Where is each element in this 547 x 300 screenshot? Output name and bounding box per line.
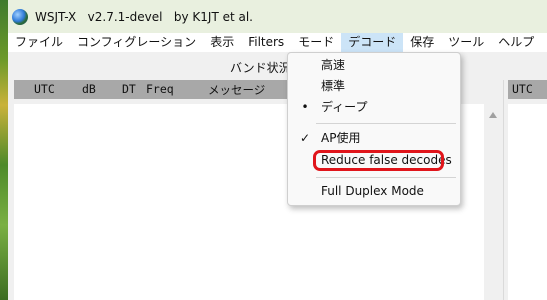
radio-dot-icon: • bbox=[301, 100, 309, 114]
menu-separator bbox=[316, 123, 456, 124]
rx-frequency-header: UTC bbox=[508, 80, 547, 99]
band-activity-scrollbar[interactable] bbox=[484, 104, 502, 300]
wsjtx-globe-icon bbox=[12, 8, 28, 25]
header-message: メッセージ bbox=[208, 83, 266, 97]
decode-menu-normal[interactable]: 標準 bbox=[288, 76, 460, 96]
menu-separator bbox=[316, 177, 456, 178]
panel-splitter[interactable] bbox=[503, 80, 504, 300]
band-activity-label: バンド状況 bbox=[230, 61, 291, 75]
header-utc: UTC bbox=[34, 82, 55, 96]
rx-header-utc: UTC bbox=[512, 82, 533, 96]
desktop-background-strip bbox=[0, 0, 8, 300]
header-dt: DT bbox=[122, 82, 136, 96]
menu-filters[interactable]: Filters bbox=[241, 33, 291, 52]
menu-help[interactable]: ヘルプ bbox=[491, 33, 541, 52]
red-highlight-annotation bbox=[313, 150, 444, 171]
decode-ap-label: AP使用 bbox=[321, 131, 361, 145]
decode-deep-label: ディープ bbox=[321, 100, 368, 114]
header-freq: Freq bbox=[146, 82, 174, 96]
menu-save[interactable]: 保存 bbox=[403, 33, 441, 52]
menu-decode[interactable]: デコード bbox=[341, 33, 404, 52]
decode-menu-fast[interactable]: 高速 bbox=[288, 55, 460, 75]
menu-view[interactable]: 表示 bbox=[203, 33, 241, 52]
menu-mode[interactable]: モード bbox=[291, 33, 341, 52]
scroll-up-arrow-icon[interactable] bbox=[489, 112, 497, 118]
decode-menu-full-duplex[interactable]: Full Duplex Mode bbox=[288, 181, 460, 201]
decode-menu-deep[interactable]: • ディープ bbox=[288, 97, 460, 117]
menu-configuration[interactable]: コンフィグレーション bbox=[70, 33, 203, 52]
header-db: dB bbox=[82, 82, 96, 96]
menu-tools[interactable]: ツール bbox=[441, 33, 491, 52]
menu-file[interactable]: ファイル bbox=[8, 33, 70, 52]
decode-menu-enable-ap[interactable]: ✓ AP使用 bbox=[288, 128, 460, 148]
title-bar: WSJT-X v2.7.1-devel by K1JT et al. bbox=[8, 0, 547, 33]
decode-menu-dropdown: 高速 標準 • ディープ ✓ AP使用 Reduce false decodes… bbox=[287, 52, 461, 206]
rx-frequency-text[interactable] bbox=[508, 104, 547, 300]
decode-duplex-label: Full Duplex Mode bbox=[321, 184, 424, 198]
checkmark-icon: ✓ bbox=[299, 131, 311, 145]
menu-bar: ファイル コンフィグレーション 表示 Filters モード デコード 保存 ツ… bbox=[8, 33, 547, 52]
wsjtx-window: WSJT-X v2.7.1-devel by K1JT et al. ファイル … bbox=[0, 0, 547, 300]
decode-normal-label: 標準 bbox=[321, 79, 346, 93]
decode-fast-label: 高速 bbox=[321, 58, 346, 72]
window-title: WSJT-X v2.7.1-devel by K1JT et al. bbox=[35, 9, 253, 24]
